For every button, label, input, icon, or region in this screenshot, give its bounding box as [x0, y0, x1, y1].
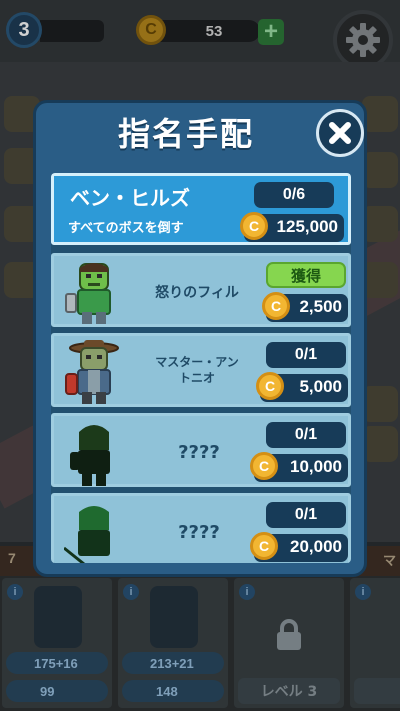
- target-name: マスター・アン トニオ: [132, 354, 262, 386]
- target-name: ????: [178, 522, 220, 543]
- target-progress: 0/1: [266, 422, 346, 448]
- target-row: ???? 0/1 C 10,000: [51, 413, 351, 487]
- boss-reward: C 125,000: [240, 212, 344, 242]
- target-name: ????: [178, 442, 220, 463]
- target-reward: C 2,500: [262, 292, 348, 322]
- boss-row: ベン・ヒルズ すべてのボスを倒す 0/6 C 125,000: [51, 173, 351, 245]
- target-progress: 0/1: [266, 502, 346, 528]
- target-name: 怒りのフィル: [155, 285, 239, 301]
- reward-amount: 2,500: [299, 297, 342, 316]
- target-name-line2: トニオ: [178, 371, 215, 385]
- target-row: ???? 0/1 C 20,000: [51, 493, 351, 563]
- boss-progress: 0/6: [254, 182, 334, 208]
- silhouette-avatar: [70, 425, 110, 486]
- target-progress: 0/1: [266, 342, 346, 368]
- close-button[interactable]: [316, 109, 364, 157]
- reward-amount: 20,000: [290, 537, 342, 556]
- coin-icon: C: [250, 532, 278, 560]
- boss-name: ベン・ヒルズ: [70, 186, 190, 210]
- coin-icon: C: [250, 452, 278, 480]
- reward-amount: 10,000: [290, 457, 342, 476]
- coin-icon: C: [262, 292, 290, 320]
- close-icon: [329, 122, 351, 144]
- coin-icon: C: [256, 372, 284, 400]
- coin-icon: C: [240, 212, 268, 240]
- boss-subtitle: すべてのボスを倒す: [68, 221, 184, 236]
- claim-button[interactable]: 獲得: [266, 262, 346, 288]
- wanted-modal: 指名手配 ベン・ヒルズ すべてのボスを倒す 0/6 C 125,000 怒りのフ…: [33, 100, 367, 577]
- zombie-avatar: [65, 263, 111, 324]
- target-reward: C 20,000: [250, 532, 348, 562]
- wanted-list[interactable]: ベン・ヒルズ すべてのボスを倒す 0/6 C 125,000 怒りのフィル 獲得…: [51, 173, 351, 563]
- modal-title: 指名手配: [117, 115, 254, 153]
- reward-amount: 5,000: [299, 377, 342, 396]
- zombie-avatar: [65, 340, 119, 404]
- target-reward: C 10,000: [250, 452, 348, 482]
- target-name-line1: マスター・アン: [155, 355, 239, 369]
- target-reward: C 5,000: [256, 372, 348, 402]
- target-row: マスター・アン トニオ 0/1 C 5,000: [51, 333, 351, 407]
- silhouette-avatar: [64, 506, 110, 563]
- reward-amount: 125,000: [276, 217, 338, 236]
- target-row: 怒りのフィル 獲得 C 2,500: [51, 253, 351, 327]
